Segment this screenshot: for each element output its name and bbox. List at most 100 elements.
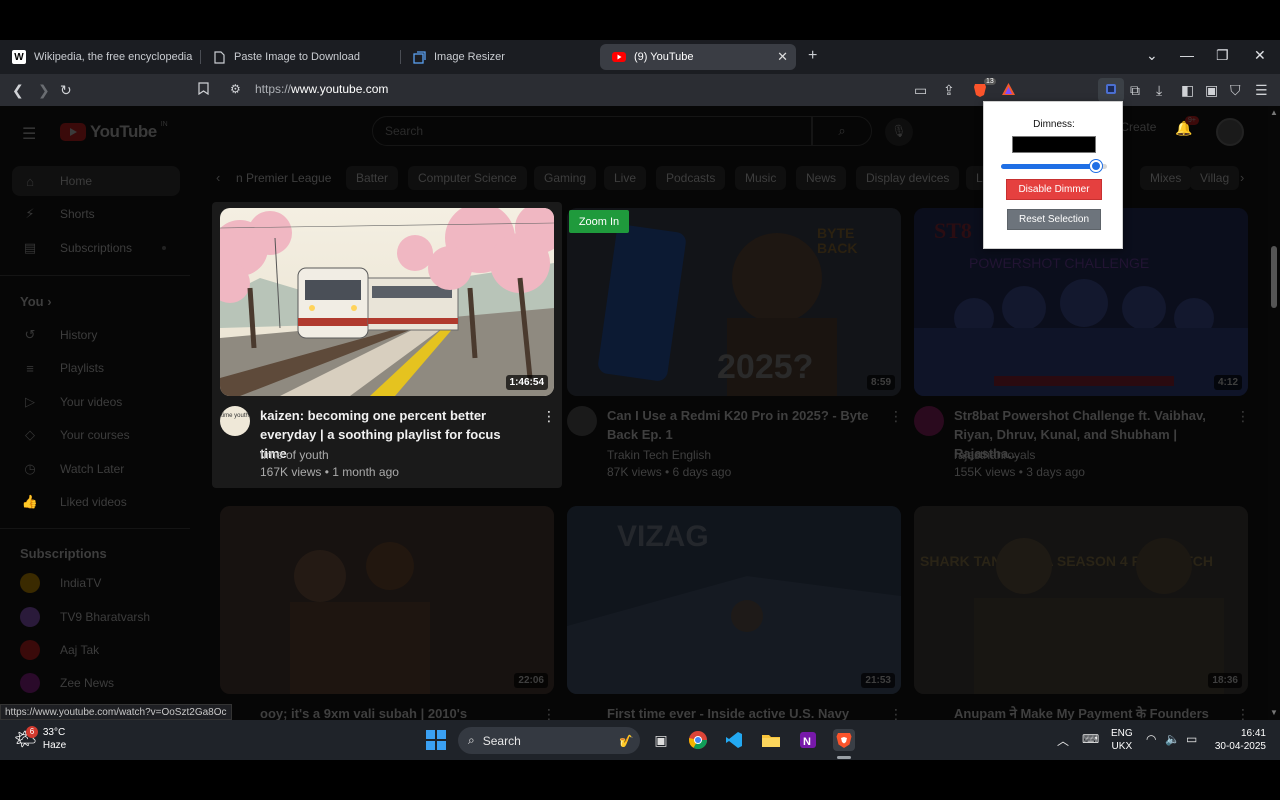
wallet-icon[interactable]: ▣ [1205, 82, 1218, 99]
close-window-button[interactable]: ✕ [1254, 47, 1266, 64]
channel-avatar[interactable] [914, 406, 944, 436]
chip[interactable]: Batter [346, 166, 399, 190]
tab-youtube[interactable]: (9) YouTube ✕ [600, 44, 796, 70]
video-card[interactable]: SHARK TANK INDIA SEASON 4 FULL PITCH 18:… [914, 506, 1250, 720]
sidebar-item-subscriptions[interactable]: ▤ Subscriptions [12, 233, 180, 263]
downloads-icon[interactable]: ⤓ [1156, 82, 1162, 99]
more-options-icon[interactable]: ⋮ [542, 706, 556, 720]
scroll-thumb[interactable] [1271, 246, 1277, 308]
system-clock[interactable]: 16:41 30-04-2025 [1212, 727, 1266, 753]
forward-icon[interactable]: ❯ [38, 82, 50, 99]
more-options-icon[interactable]: ⋮ [889, 408, 903, 425]
cast-icon[interactable]: ▭ [914, 82, 927, 99]
hamburger-icon[interactable]: ☰ [22, 124, 36, 144]
extensions-icon[interactable]: ⧉ [1130, 82, 1140, 99]
chrome-icon[interactable] [687, 729, 709, 751]
menu-icon[interactable]: ☰ [1255, 82, 1268, 99]
dimness-color-swatch[interactable] [1012, 136, 1096, 153]
share-icon[interactable]: ⇪ [943, 82, 955, 99]
video-thumbnail[interactable]: 22:06 [220, 506, 554, 694]
reset-selection-button[interactable]: Reset Selection [1007, 209, 1101, 230]
video-card[interactable]: ST8 POWERSHOT CHALLENGE 4:12 Str8bat Pow… [914, 208, 1250, 494]
video-thumbnail[interactable]: SHARK TANK INDIA SEASON 4 FULL PITCH 18:… [914, 506, 1248, 694]
maximize-button[interactable]: ❐ [1216, 47, 1229, 64]
more-options-icon[interactable]: ⋮ [542, 408, 556, 425]
sidebar-item-liked-videos[interactable]: 👍 Liked videos [12, 487, 180, 517]
chip[interactable]: n Premier League [226, 166, 341, 190]
chip[interactable]: Villag [1190, 166, 1240, 190]
video-channel[interactable]: rajasthanroyals [954, 448, 1035, 462]
youtube-search-button[interactable]: ⌕ [812, 116, 872, 146]
battery-icon[interactable]: ▭ [1186, 732, 1197, 746]
video-channel[interactable]: Trakin Tech English [607, 448, 711, 462]
language-indicator[interactable]: ENG UKX [1111, 727, 1133, 753]
bookmark-icon[interactable] [198, 82, 209, 98]
video-title[interactable]: Anupam ने Make My Payment के Founders को [954, 704, 1224, 720]
vscode-icon[interactable] [723, 729, 745, 751]
account-avatar[interactable] [1216, 118, 1244, 146]
more-options-icon[interactable]: ⋮ [1236, 706, 1250, 720]
more-options-icon[interactable]: ⋮ [889, 706, 903, 720]
brave-rewards-icon[interactable] [1001, 82, 1016, 99]
sidebar-sub-tv9[interactable]: TV9 Bharatvarsh [12, 602, 180, 632]
dimness-slider[interactable] [1001, 160, 1107, 172]
sidebar-sub-aajtak[interactable]: Aaj Tak [12, 635, 180, 665]
chip[interactable]: Gaming [534, 166, 597, 190]
video-card[interactable]: 22:06 ooy; it's a 9xm vali subah | 2010'… [220, 506, 556, 720]
video-title[interactable]: Can I Use a Redmi K20 Pro in 2025? - Byt… [607, 406, 877, 444]
address-bar[interactable]: https://www.youtube.com [255, 82, 388, 96]
sidebar-item-shorts[interactable]: ⚡ Shorts [12, 199, 180, 229]
minimize-button[interactable]: — [1180, 47, 1194, 63]
sidebar-sub-indiatv[interactable]: IndiaTV [12, 568, 180, 598]
chevron-right-icon[interactable]: › [1240, 170, 1244, 185]
site-settings-icon[interactable]: ⚙ [230, 82, 241, 96]
slider-knob[interactable] [1090, 160, 1103, 172]
chip[interactable]: Mixes [1140, 166, 1192, 190]
video-title[interactable]: ooy; it's a 9xm vali subah | 2010's boll… [260, 704, 530, 720]
volume-icon[interactable]: 🔈 [1165, 732, 1180, 746]
chip[interactable]: Display devices [856, 166, 960, 190]
scroll-down-icon[interactable]: ▼ [1270, 708, 1278, 717]
video-thumbnail[interactable]: VIZAG 21:53 [567, 506, 901, 694]
taskbar-search[interactable]: ⌕ Search 🎷 [458, 727, 640, 754]
chip[interactable]: Computer Science [408, 166, 527, 190]
chip[interactable]: Live [604, 166, 647, 190]
new-tab-button[interactable]: + [808, 47, 817, 65]
disable-dimmer-button[interactable]: Disable Dimmer [1006, 179, 1102, 200]
brave-browser-icon[interactable] [833, 729, 855, 751]
voice-search-icon[interactable]: 🎙 [885, 118, 913, 146]
chip[interactable]: Podcasts [656, 166, 726, 190]
back-icon[interactable]: ❮ [12, 82, 24, 99]
weather-widget[interactable]: 🌤 6 33°C Haze [14, 725, 66, 752]
tab-wikipedia[interactable]: W Wikipedia, the free encyclopedia [0, 44, 200, 70]
video-card-focused[interactable]: 1:46:54 time youth kaizen: becoming one … [212, 202, 562, 488]
show-hidden-icons-chevron[interactable]: ︿ [1057, 732, 1069, 749]
more-options-icon[interactable]: ⋮ [1236, 408, 1250, 425]
zoom-in-button[interactable]: Zoom In [569, 210, 629, 233]
windows-start-icon[interactable] [426, 730, 446, 750]
youtube-logo[interactable]: YouTube IN [60, 121, 168, 142]
tab-paste-image[interactable]: Paste Image to Download [200, 44, 400, 70]
chip[interactable]: News [796, 166, 847, 190]
sidebar-item-your-courses[interactable]: ◇ Your courses [12, 420, 180, 450]
sidebar-toggle-icon[interactable]: ◧ [1181, 82, 1194, 99]
sidebar-sub-zeenews[interactable]: Zee News [12, 668, 180, 698]
chip[interactable]: Music [735, 166, 787, 190]
video-title[interactable]: First time ever - Inside active U.S. Nav… [607, 704, 877, 720]
scroll-up-icon[interactable]: ▲ [1270, 108, 1278, 117]
vpn-icon[interactable]: ⛉ [1230, 82, 1241, 99]
video-card[interactable]: BYTE BACK 2025? 8:59 Can I Use a Redmi K… [567, 208, 903, 494]
sidebar-item-home[interactable]: ⌂ Home [12, 166, 180, 196]
sidebar-item-playlists[interactable]: ≡ Playlists [12, 353, 180, 383]
close-tab-icon[interactable]: ✕ [777, 49, 788, 65]
sidebar-item-watch-later[interactable]: ◷ Watch Later [12, 454, 180, 484]
dimmer-extension-icon[interactable] [1098, 78, 1124, 102]
page-scrollbar[interactable]: ▲ ▼ [1268, 106, 1280, 720]
chevron-left-icon[interactable]: ‹ [216, 170, 220, 185]
tab-image-resizer[interactable]: Image Resizer [400, 44, 600, 70]
channel-avatar[interactable] [567, 406, 597, 436]
sidebar-item-history[interactable]: ↺ History [12, 320, 180, 350]
onenote-icon[interactable]: N [797, 729, 819, 751]
tab-search-chevron-icon[interactable]: ⌄ [1146, 47, 1158, 64]
video-thumbnail[interactable]: 1:46:54 [220, 208, 554, 396]
